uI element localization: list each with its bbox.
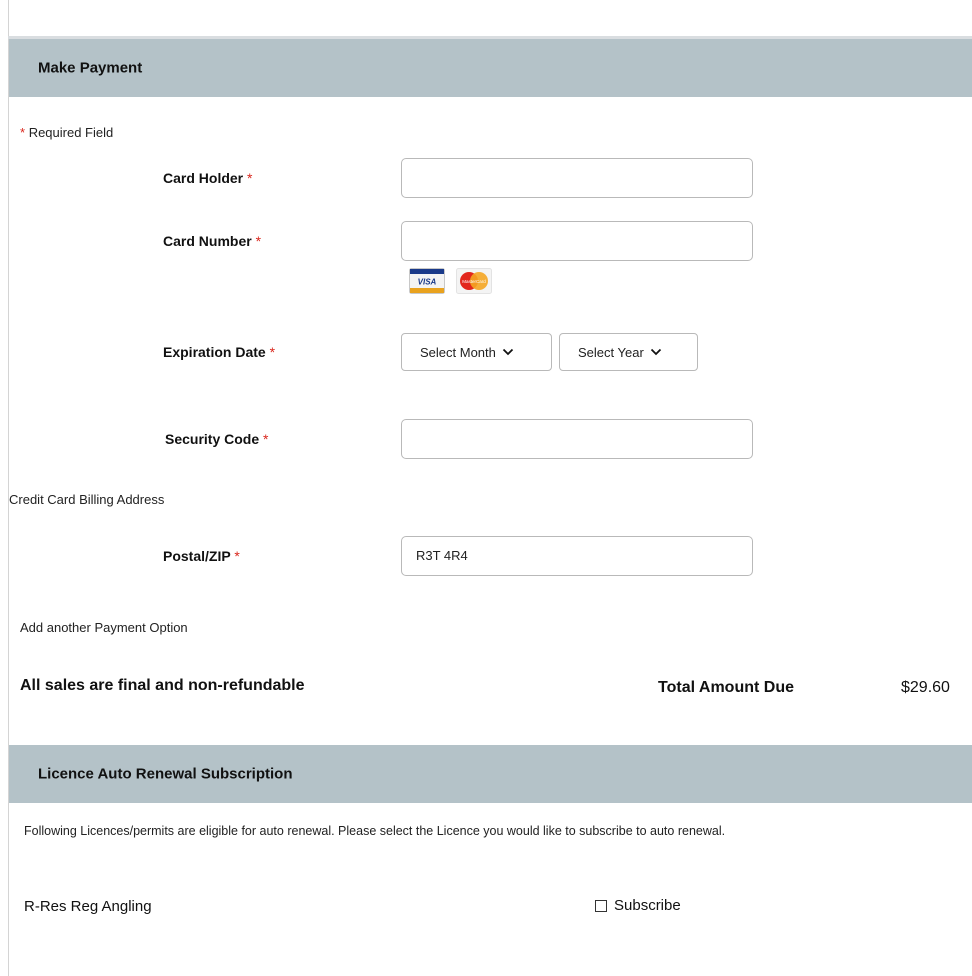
final-sale-notice: All sales are final and non-refundable [20,677,305,694]
card-holder-input[interactable] [401,158,753,198]
security-code-label-text: Security Code [165,431,260,447]
expiration-month-select[interactable]: Select Month [401,333,552,371]
expiration-year-select[interactable]: Select Year [559,333,698,371]
year-select-value: Select Year [578,344,644,360]
chevron-down-icon [650,348,661,356]
card-number-label: Card Number * [163,233,261,249]
postal-zip-label: Postal/ZIP * [163,548,240,564]
required-star: * [234,548,240,564]
payment-page: Make Payment * Required Field Card Holde… [0,0,972,976]
required-field-note: * Required Field [20,125,113,140]
make-payment-title: Make Payment [38,59,143,77]
add-payment-option-link[interactable]: Add another Payment Option [20,620,188,635]
month-select-value: Select Month [420,344,496,360]
required-field-text: Required Field [28,125,114,140]
billing-address-heading: Credit Card Billing Address [9,492,165,507]
card-number-label-text: Card Number [163,233,252,249]
card-number-input[interactable] [401,221,753,261]
auto-renewal-title: Licence Auto Renewal Subscription [38,765,293,783]
total-amount-label: Total Amount Due [658,679,794,696]
expiration-date-label-text: Expiration Date [163,344,266,360]
postal-zip-label-text: Postal/ZIP [163,548,231,564]
auto-renewal-header: Licence Auto Renewal Subscription [9,745,972,803]
mastercard-icon: MasterCard [456,268,492,294]
make-payment-header: Make Payment [9,39,972,97]
subscribe-checkbox[interactable] [595,899,607,912]
required-star: * [269,344,276,360]
card-holder-label-text: Card Holder [163,170,244,186]
licence-name: R-Res Reg Angling [24,898,152,915]
svg-text:VISA: VISA [418,278,437,287]
svg-text:MasterCard: MasterCard [462,279,486,284]
total-amount-value: $29.60 [901,679,950,696]
required-star: * [20,125,26,140]
left-border-rule [8,0,9,976]
card-holder-label: Card Holder * [163,170,252,186]
subscribe-label: Subscribe [614,897,681,914]
expiration-date-label: Expiration Date * [163,344,275,360]
auto-renewal-description: Following Licences/permits are eligible … [24,824,726,838]
postal-zip-input[interactable]: R3T 4R4 [401,536,753,576]
chevron-down-icon [502,348,514,356]
required-star: * [255,233,262,249]
visa-card-icon: VISA [409,268,445,294]
security-code-input[interactable] [401,419,753,459]
required-star: * [263,431,269,447]
security-code-label: Security Code * [165,431,268,447]
subscribe-option[interactable]: Subscribe [595,897,681,914]
required-star: * [247,170,253,186]
